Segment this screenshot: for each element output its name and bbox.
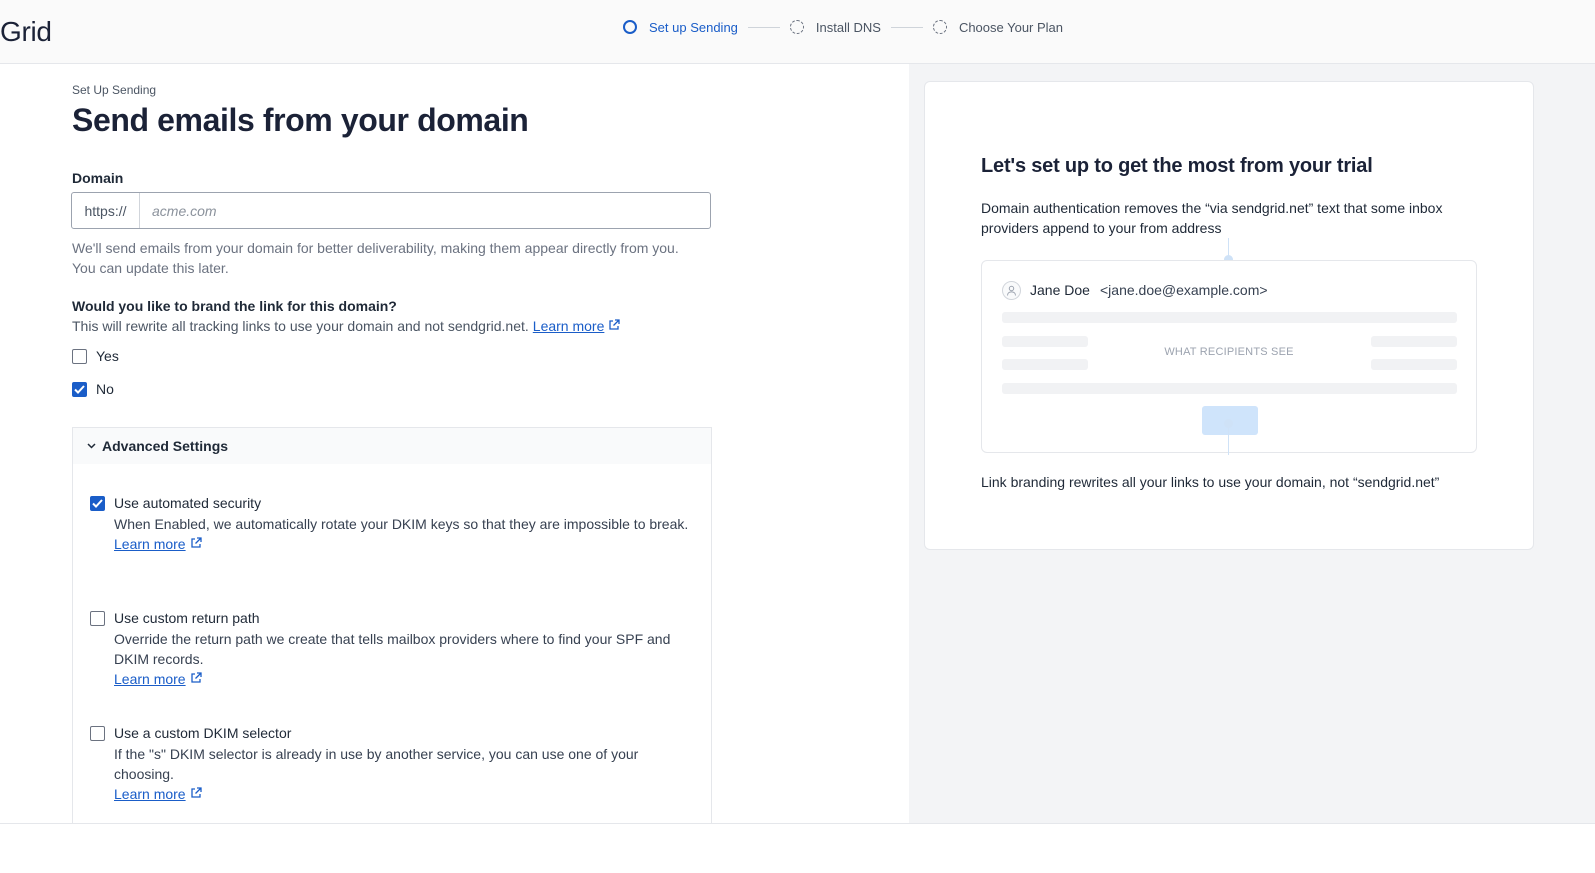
external-link-icon xyxy=(190,669,202,689)
placeholder-bar xyxy=(1002,359,1088,370)
card-footer-text: Link branding rewrites all your links to… xyxy=(981,474,1440,490)
custom-dkim-learn-more-link[interactable]: Learn more xyxy=(114,784,186,804)
setting-custom-return-path: Use custom return path Override the retu… xyxy=(90,610,690,689)
automated-security-learn-more-link[interactable]: Learn more xyxy=(114,534,186,554)
external-link-icon xyxy=(608,318,621,334)
card-description: Domain authentication removes the “via s… xyxy=(981,200,1443,236)
setting-description: When Enabled, we automatically rotate yo… xyxy=(114,516,689,532)
brand-option-yes[interactable]: Yes xyxy=(72,348,119,364)
option-label: Yes xyxy=(96,348,119,364)
placeholder-bar xyxy=(1002,383,1457,394)
domain-label: Domain xyxy=(72,170,124,186)
chevron-down-icon xyxy=(87,443,96,449)
setting-description: Override the return path we create that … xyxy=(114,631,671,667)
brand-link-description: This will rewrite all tracking links to … xyxy=(72,318,529,334)
setup-stepper: Set up Sending Install DNS Choose Your P… xyxy=(623,17,1063,37)
brand-option-no[interactable]: No xyxy=(72,381,114,397)
advanced-settings-panel: Advanced Settings Use automated security… xyxy=(72,427,712,823)
callout-line xyxy=(1228,425,1229,455)
step-connector xyxy=(890,26,923,28)
step-label: Set up Sending xyxy=(649,19,738,35)
custom-return-path-learn-more-link[interactable]: Learn more xyxy=(114,669,186,689)
yes-checkbox[interactable] xyxy=(72,348,87,364)
sending-form-panel: Set Up Sending Send emails from your dom… xyxy=(0,64,909,823)
step-pending-circle-icon xyxy=(789,20,804,34)
setting-description: If the "s" DKIM selector is already in u… xyxy=(114,746,639,782)
page-eyebrow: Set Up Sending xyxy=(72,83,157,97)
step-install-dns[interactable]: Install DNS xyxy=(789,19,881,35)
advanced-settings-title: Advanced Settings xyxy=(102,438,229,454)
custom-dkim-selector-checkbox[interactable] xyxy=(90,725,105,741)
external-link-icon xyxy=(190,534,202,554)
no-checkbox[interactable] xyxy=(72,381,87,397)
automated-security-checkbox[interactable] xyxy=(90,495,105,511)
bottom-strip xyxy=(0,823,1595,873)
setting-custom-dkim-selector: Use a custom DKIM selector If the "s" DK… xyxy=(90,725,690,804)
step-connector xyxy=(747,26,780,28)
preview-sender-name: Jane Doe xyxy=(1030,282,1090,298)
top-bar: Grid Set up Sending Install DNS Choose Y… xyxy=(0,0,1595,64)
option-label: No xyxy=(96,381,114,397)
brand-learn-more-link[interactable]: Learn more xyxy=(533,318,605,334)
app-logo: Grid xyxy=(0,16,52,47)
user-icon xyxy=(1002,281,1021,300)
step-label: Install DNS xyxy=(815,19,881,35)
checkmark-icon xyxy=(74,384,85,394)
info-panel: Let's set up to get the most from your t… xyxy=(909,64,1595,823)
step-label: Choose Your Plan xyxy=(958,19,1064,35)
step-choose-your-plan[interactable]: Choose Your Plan xyxy=(932,19,1064,35)
domain-field: https:// xyxy=(71,192,711,229)
page-title: Send emails from your domain xyxy=(72,102,529,138)
advanced-settings-toggle[interactable]: Advanced Settings xyxy=(73,428,711,464)
setting-label: Use custom return path xyxy=(114,610,260,626)
setting-label: Use a custom DKIM selector xyxy=(114,725,292,741)
placeholder-bar xyxy=(1371,359,1457,370)
domain-prefix: https:// xyxy=(72,193,140,228)
step-set-up-sending[interactable]: Set up Sending xyxy=(623,20,738,35)
domain-input[interactable] xyxy=(140,193,710,228)
checkmark-icon xyxy=(92,498,103,508)
domain-help-text: We'll send emails from your domain for b… xyxy=(72,240,679,276)
preview-caption: WHAT RECIPIENTS SEE xyxy=(1164,346,1294,358)
placeholder-bar xyxy=(1002,312,1457,323)
step-active-circle-icon xyxy=(623,20,637,34)
brand-link-subtext: This will rewrite all tracking links to … xyxy=(72,318,621,334)
brand-link-question: Would you like to brand the link for thi… xyxy=(72,298,397,314)
trial-info-card: Let's set up to get the most from your t… xyxy=(924,81,1534,550)
setting-label: Use automated security xyxy=(114,495,262,511)
step-pending-circle-icon xyxy=(932,20,947,34)
setting-automated-security: Use automated security When Enabled, we … xyxy=(90,495,690,554)
preview-sender-email: <jane.doe@example.com> xyxy=(1100,282,1268,298)
external-link-icon xyxy=(190,784,202,804)
card-title: Let's set up to get the most from your t… xyxy=(981,155,1373,177)
custom-return-path-checkbox[interactable] xyxy=(90,610,105,626)
